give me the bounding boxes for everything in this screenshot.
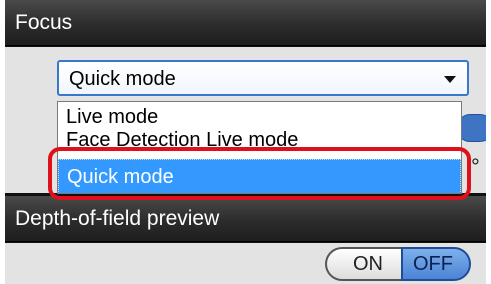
focus-section-header: Focus — [5, 0, 486, 46]
dof-off-button[interactable]: OFF — [401, 247, 471, 281]
focus-mode-dropdown[interactable]: Quick mode — [57, 60, 469, 96]
dof-on-button[interactable]: ON — [325, 247, 401, 281]
dof-section-header: Depth-of-field preview — [5, 196, 486, 242]
dof-preview-toggle: ON OFF — [325, 247, 471, 281]
focus-mode-selected-value: Quick mode — [69, 68, 176, 90]
focus-section-title: Focus — [15, 11, 73, 34]
dof-section-title: Depth-of-field preview — [15, 207, 220, 230]
chevron-down-icon[interactable] — [444, 76, 456, 83]
partially-hidden-indicator: ° — [471, 154, 480, 179]
callout-highlight-ring — [48, 147, 471, 200]
